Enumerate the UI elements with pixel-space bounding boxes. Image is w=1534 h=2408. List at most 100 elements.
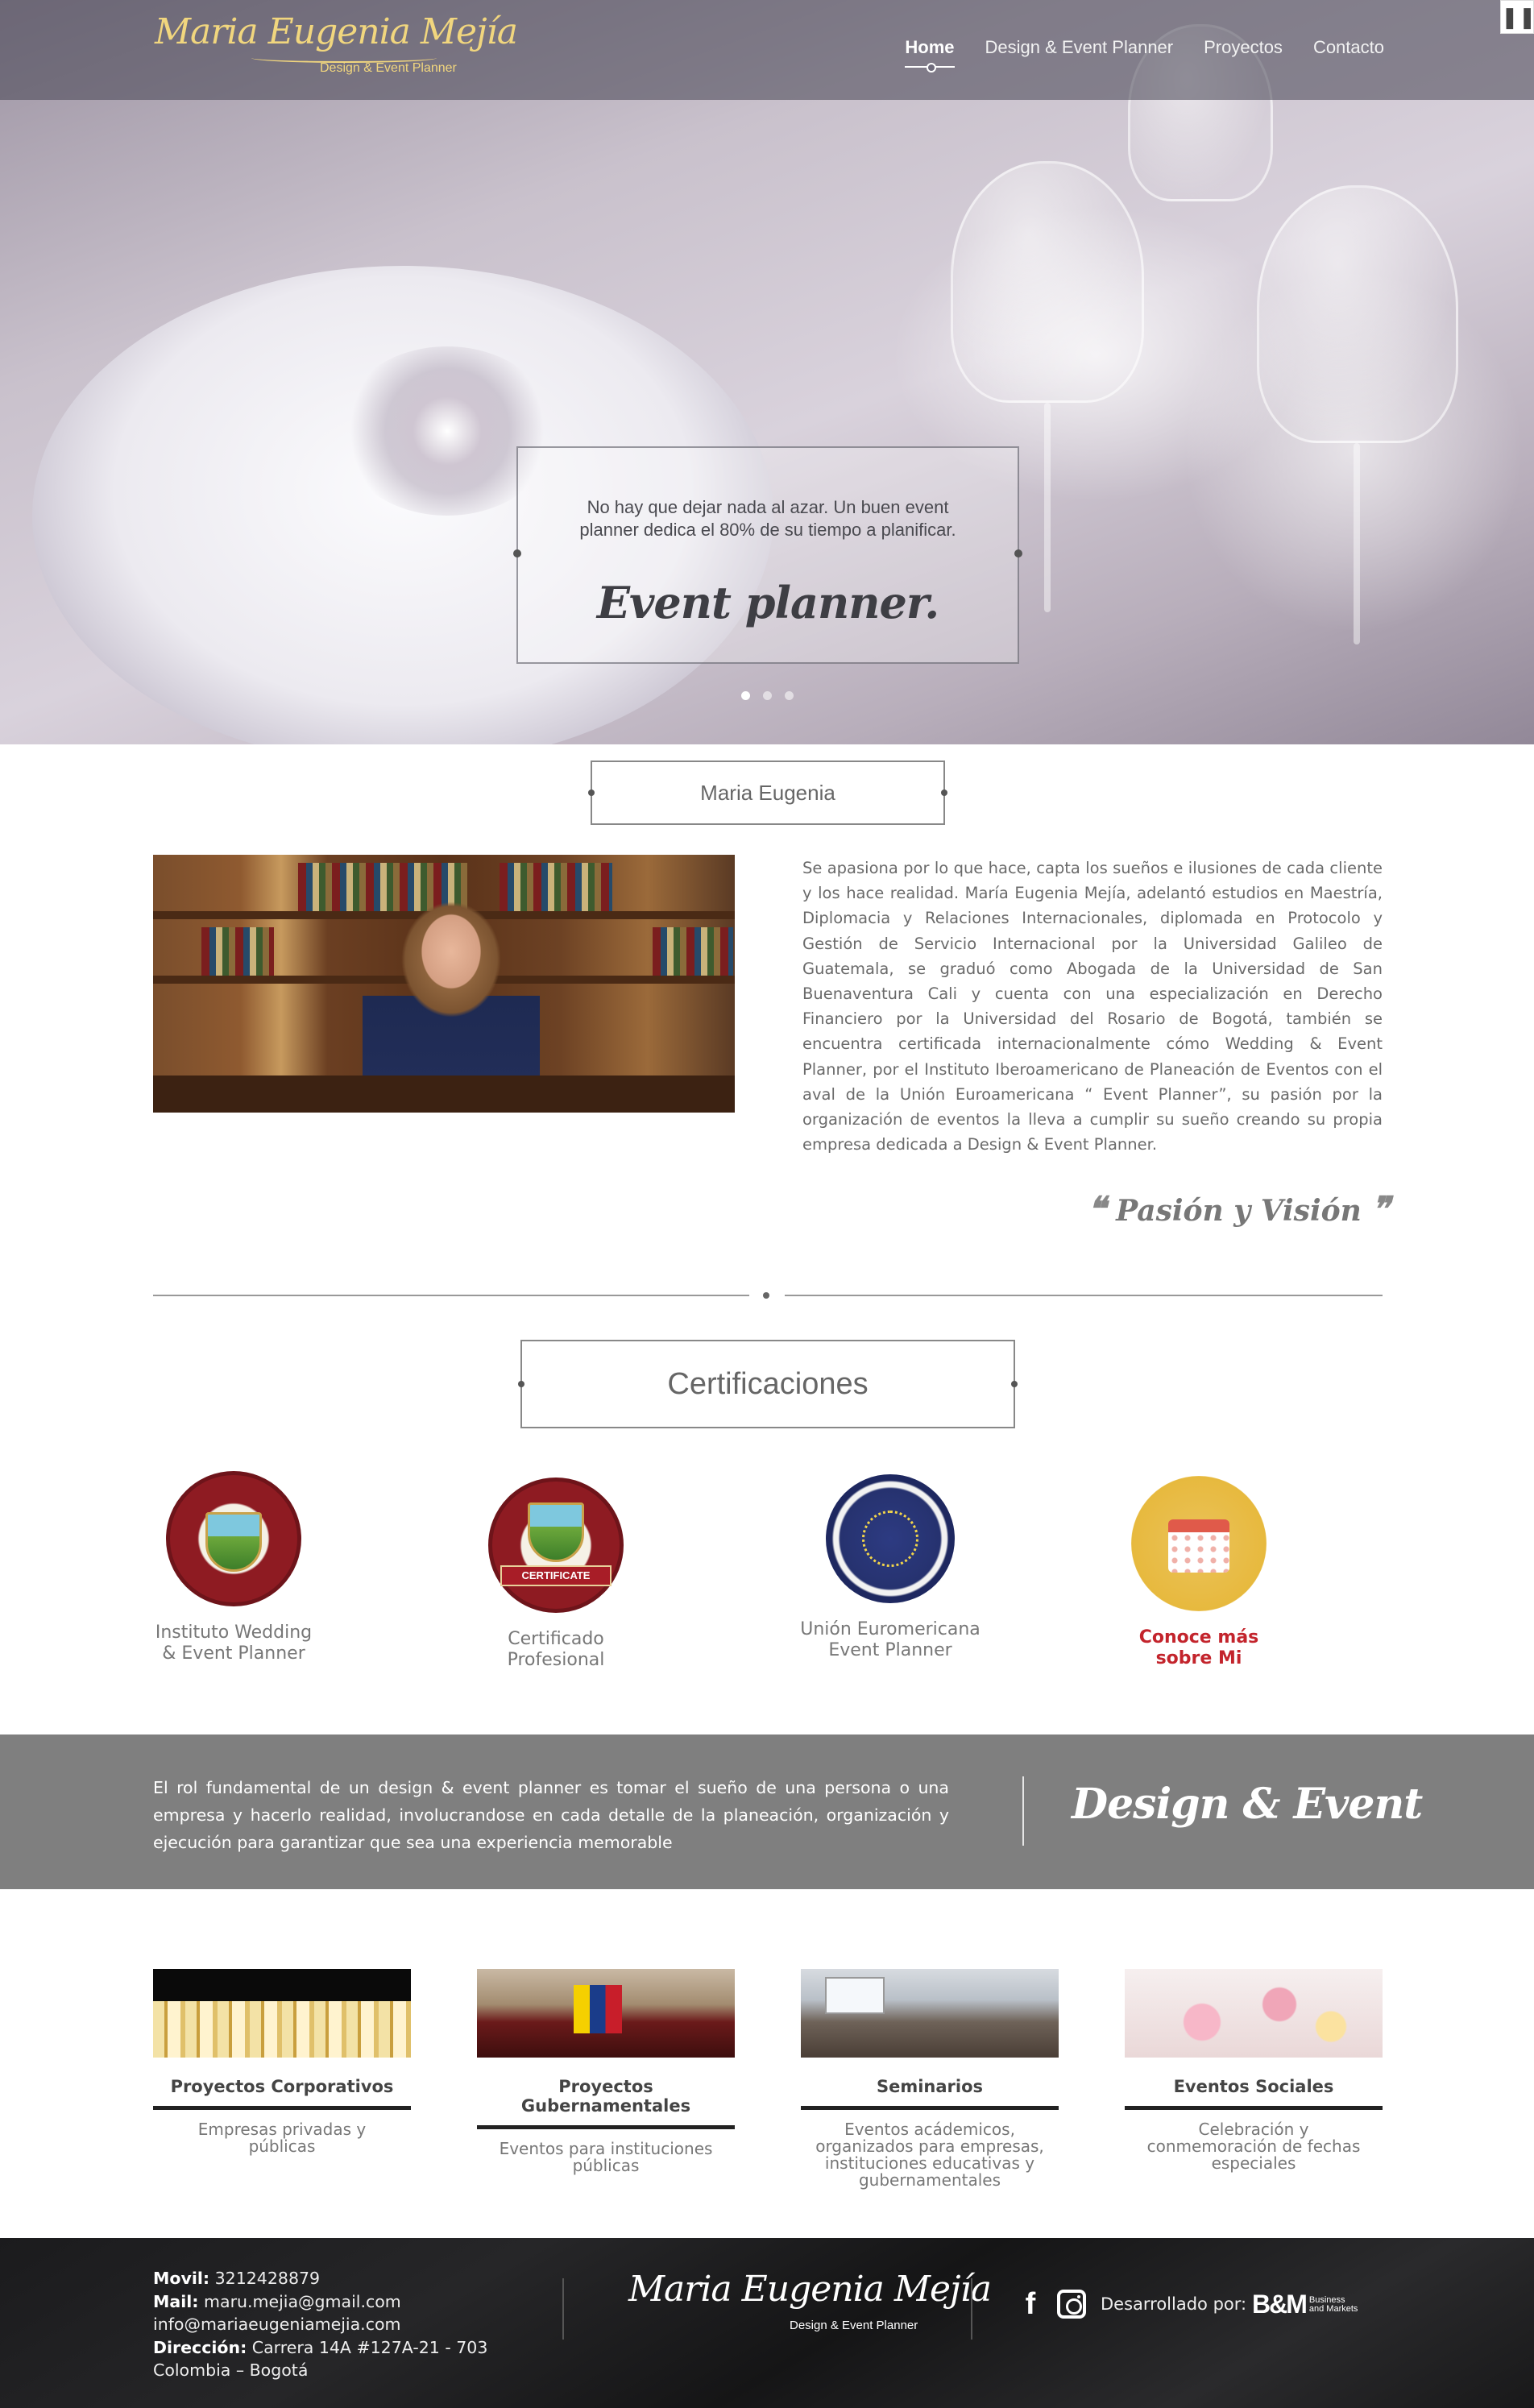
profile-photo — [153, 855, 735, 1113]
bm-logo-text-line2: and Markets — [1308, 2303, 1358, 2314]
slider-dot-1[interactable] — [741, 691, 750, 700]
pasion-vision-quote: ❝ Pasión y Visión ❞ — [1088, 1189, 1390, 1229]
facebook-icon[interactable]: f — [1020, 2288, 1041, 2320]
seal-shield — [205, 1512, 262, 1572]
design-event-band: El rol fundamental de un design & event … — [0, 1735, 1534, 1889]
slider-pause-button[interactable]: ❚❚ — [1500, 0, 1534, 34]
about-section-title: Maria Eugenia — [588, 761, 947, 825]
nav-design-event-planner[interactable]: Design & Event Planner — [985, 37, 1174, 58]
nav-proyectos[interactable]: Proyectos — [1204, 37, 1283, 58]
project-name[interactable]: Seminarios — [801, 2077, 1059, 2110]
cert-label-line2: Profesional — [507, 1650, 605, 1670]
mail-value[interactable]: maru.mejia@gmail.com — [204, 2292, 401, 2311]
hero-slider: No hay que dejar nada al azar. Un buen e… — [0, 0, 1534, 744]
footer-movil: Movil: 3212428879 — [153, 2267, 487, 2290]
section-divider-right — [785, 1295, 1383, 1296]
movil-value[interactable]: 3212428879 — [215, 2269, 320, 2288]
cert-label: Certificado Profesional — [451, 1629, 661, 1671]
footer-logo-subtitle: Design & Event Planner — [790, 2319, 918, 2332]
cert-label: Instituto Wedding & Event Planner — [129, 1623, 338, 1664]
hero-caption-text: No hay que dejar nada al azar. Un buen e… — [579, 497, 956, 540]
open-quote-icon: ❝ — [1088, 1189, 1106, 1229]
project-image[interactable] — [1125, 1969, 1383, 2058]
site-footer: Movil: 3212428879 Mail: maru.mejia@gmail… — [0, 2238, 1534, 2408]
project-card-gubernamentales[interactable]: Proyectos Gubernamentales Eventos para i… — [477, 1969, 735, 2174]
photo-books — [500, 863, 612, 911]
calendar-graphic — [1168, 1519, 1229, 1573]
project-desc: Empresas privadas y públicas — [197, 2120, 367, 2156]
nav-home[interactable]: Home — [905, 37, 955, 73]
hero-glass-stem — [1354, 443, 1360, 644]
title-dot-left — [518, 1381, 524, 1387]
band-separator — [1022, 1776, 1024, 1846]
cert-certificado-profesional: CERTIFICATE Certificado Profesional — [451, 1478, 661, 1671]
caption-dot-left — [513, 549, 521, 557]
cert-conoce-mas[interactable]: Conoce más sobre Mi — [1094, 1476, 1304, 1669]
direccion-label: Dirección: — [153, 2337, 247, 2357]
hero-caption-title: Event planner. — [596, 577, 939, 628]
project-name[interactable]: Eventos Sociales — [1125, 2077, 1383, 2110]
cert-label-line1: Instituto Wedding — [155, 1623, 313, 1643]
cert-instituto-wedding: Instituto Wedding & Event Planner — [129, 1471, 338, 1664]
bm-logo-mark: B&M — [1252, 2290, 1308, 2319]
hero-caption-box: No hay que dejar nada al azar. Un buen e… — [513, 446, 1022, 664]
footer-logo-script: Maria Eugenia Mejía — [628, 2269, 992, 2310]
cert-label-line2: & Event Planner — [162, 1643, 305, 1664]
logo-subtitle: Design & Event Planner — [320, 61, 457, 75]
photo-books — [201, 927, 274, 976]
bm-logo[interactable]: B&M Business and Markets — [1252, 2290, 1358, 2319]
footer-logo[interactable]: Maria Eugenia Mejía Design & Event Plann… — [628, 2269, 992, 2341]
slider-dot-2[interactable] — [763, 691, 772, 700]
project-desc: Eventos acádemicos, organizados para emp… — [815, 2120, 1044, 2190]
site-logo[interactable]: Maria Eugenia Mejía Design & Event Plann… — [155, 11, 518, 85]
nav-contacto[interactable]: Contacto — [1313, 37, 1384, 58]
photo-desk — [153, 1076, 735, 1113]
footer-separator — [971, 2278, 972, 2340]
instagram-icon[interactable] — [1057, 2290, 1086, 2319]
project-image[interactable] — [153, 1969, 411, 2058]
cert-label-line2: sobre Mi — [1155, 1648, 1242, 1668]
slider-dot-3[interactable] — [785, 691, 794, 700]
project-image[interactable] — [801, 1969, 1059, 2058]
logo-script-text: Maria Eugenia Mejía — [155, 11, 518, 52]
seal-shield — [528, 1502, 584, 1562]
certifications-section-title: Certificaciones — [518, 1340, 1018, 1428]
cert-label-line2: Event Planner — [828, 1640, 952, 1660]
footer-separator — [562, 2278, 564, 2340]
movil-label: Movil: — [153, 2269, 210, 2288]
footer-contact: Movil: 3212428879 Mail: maru.mejia@gmail… — [153, 2267, 487, 2382]
band-text: El rol fundamental de un design & event … — [153, 1778, 949, 1852]
project-image[interactable] — [477, 1969, 735, 2058]
slider-dots — [741, 691, 794, 700]
certifications-title-text: Certificaciones — [667, 1367, 869, 1401]
project-name[interactable]: Proyectos Gubernamentales — [477, 2077, 735, 2129]
developed-by-label: Desarrollado por: — [1101, 2294, 1247, 2314]
hero-glass-stem — [1044, 403, 1051, 612]
conoce-mas-link[interactable]: Conoce más sobre Mi — [1094, 1627, 1304, 1669]
project-card-sociales[interactable]: Eventos Sociales Celebración y conmemora… — [1125, 1969, 1383, 2172]
section-divider-dot — [763, 1292, 769, 1299]
mail-label: Mail: — [153, 2291, 199, 2311]
project-card-seminarios[interactable]: Seminarios Eventos acádemicos, organizad… — [801, 1969, 1059, 2189]
inibep-seal-icon — [166, 1471, 301, 1606]
title-dot-right — [1011, 1381, 1018, 1387]
main-nav: Home Design & Event Planner Proyectos Co… — [905, 37, 1384, 73]
eu-stars-icon — [862, 1511, 918, 1567]
hero-glass-graphic — [1257, 185, 1458, 443]
project-desc: Celebración y conmemoración de fechas es… — [1146, 2120, 1361, 2173]
calendar-icon[interactable] — [1131, 1476, 1267, 1611]
footer-info-email[interactable]: info@mariaeugeniamejia.com — [153, 2313, 487, 2336]
cert-union-euroamericana: Unión Euromericana Event Planner — [786, 1474, 995, 1661]
project-name[interactable]: Proyectos Corporativos — [153, 2077, 411, 2110]
about-title-text: Maria Eugenia — [700, 781, 835, 805]
direccion-value: Carrera 14A #127A-21 - 703 — [251, 2337, 488, 2357]
band-title: Design & Event — [1072, 1780, 1423, 1829]
hero-glass-graphic — [951, 161, 1144, 403]
top-navbar: Maria Eugenia Mejía Design & Event Plann… — [0, 0, 1534, 100]
caption-dot-right — [1014, 549, 1022, 557]
certificate-seal-icon: CERTIFICATE — [488, 1478, 624, 1613]
cert-label-line1: Certificado — [508, 1629, 604, 1649]
euroamericana-seal-icon — [826, 1474, 955, 1603]
social-links: f — [1020, 2288, 1086, 2320]
project-card-corporativos[interactable]: Proyectos Corporativos Empresas privadas… — [153, 1969, 411, 2155]
